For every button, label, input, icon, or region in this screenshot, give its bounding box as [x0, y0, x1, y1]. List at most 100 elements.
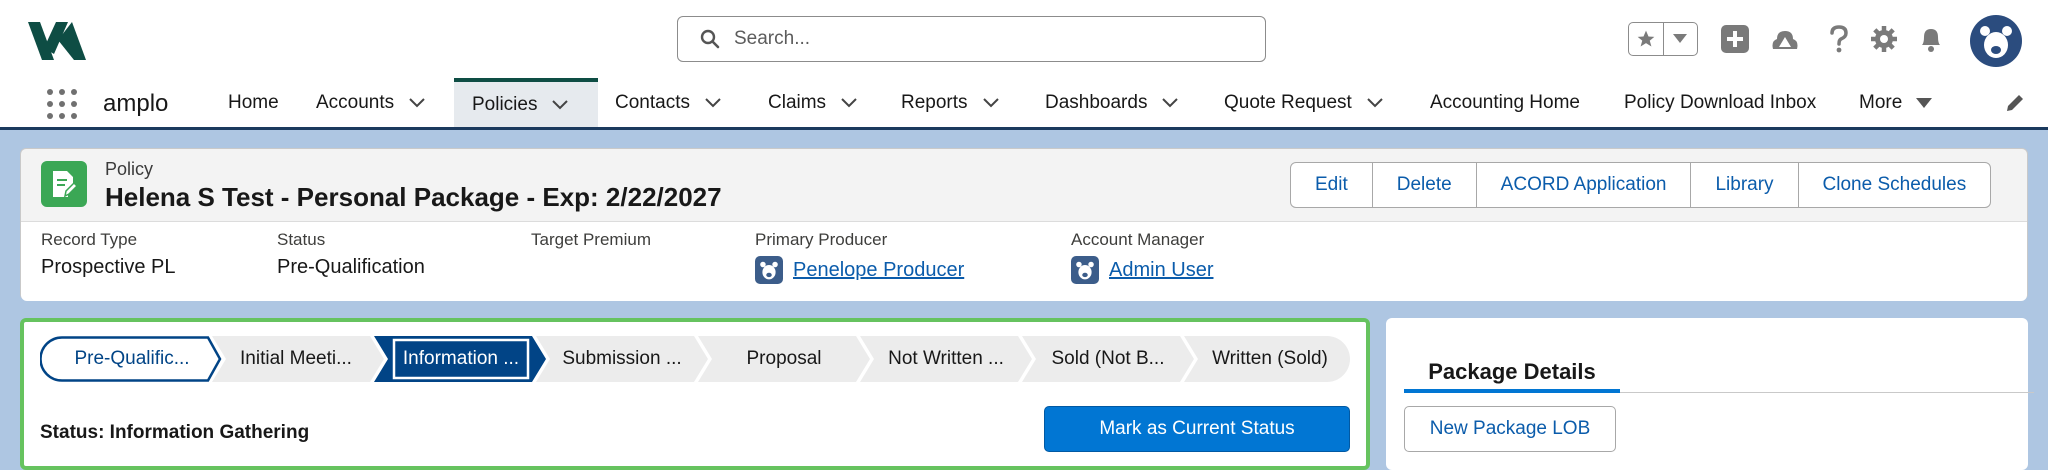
nav-item-dashboards[interactable]: Dashboards: [1045, 78, 1179, 127]
package-details-panel: Package Details New Package LOB: [1386, 318, 2034, 470]
chevron-down-icon: [1673, 34, 1688, 43]
chevron-down-icon[interactable]: [704, 97, 722, 109]
nav-item-reports[interactable]: Reports: [901, 78, 1000, 127]
plus-icon: [1721, 25, 1749, 53]
nav-label: Reports: [901, 91, 968, 113]
field-target-premium: Target Premium: [531, 230, 651, 256]
path-stage-submission[interactable]: Submission ...: [542, 336, 702, 382]
current-status-text: Status: Information Gathering: [40, 422, 310, 443]
primary-producer-link[interactable]: Penelope Producer: [755, 256, 964, 284]
nav-label: Accounts: [316, 91, 395, 113]
policy-record-icon: [41, 161, 87, 207]
global-actions-button[interactable]: [1718, 22, 1752, 56]
favorites-group: [1628, 22, 1698, 56]
field-value: Pre-Qualification: [277, 256, 425, 278]
caret-down-icon[interactable]: [1916, 97, 1933, 109]
field-label: Account Manager: [1071, 230, 1205, 249]
chevron-down-icon[interactable]: [982, 97, 1000, 109]
nav-item-claims[interactable]: Claims: [768, 78, 858, 127]
field-label: Record Type: [41, 230, 138, 249]
path-stage-pre-qualification[interactable]: Pre-Qualific...: [50, 336, 214, 382]
chevron-down-icon[interactable]: [840, 97, 858, 109]
gear-icon: [1871, 26, 1897, 52]
new-package-lob-button[interactable]: New Package LOB: [1404, 406, 1616, 452]
record-title: Helena S Test - Personal Package - Exp: …: [105, 182, 722, 212]
search-icon: [700, 29, 720, 49]
path-stage-initial-meeting[interactable]: Initial Meeti...: [216, 336, 376, 382]
trailhead-button[interactable]: [1768, 22, 1802, 56]
trailhead-icon: [1772, 31, 1798, 49]
nav-item-quote-request[interactable]: Quote Request: [1224, 78, 1384, 127]
field-primary-producer: Primary Producer Penelope Producer: [755, 230, 964, 284]
library-button[interactable]: Library: [1690, 163, 1797, 207]
field-label: Primary Producer: [755, 230, 888, 249]
nav-item-home[interactable]: Home: [228, 78, 279, 127]
path-stage-not-written[interactable]: Not Written ...: [866, 336, 1026, 382]
app-launcher-icon[interactable]: [46, 88, 78, 120]
link-text[interactable]: Admin User: [1109, 259, 1213, 282]
setup-button[interactable]: [1867, 22, 1901, 56]
nav-label: Home: [228, 91, 279, 113]
user-avatar-icon: [1071, 256, 1099, 284]
edit-nav-pencil-icon[interactable]: [2004, 92, 2026, 114]
help-button[interactable]: [1822, 22, 1856, 56]
search-placeholder: Search...: [734, 28, 811, 49]
record-actions: Edit Delete ACORD Application Library Cl…: [1290, 162, 1992, 208]
chevron-down-icon[interactable]: [1161, 97, 1179, 109]
field-label: Status: [277, 230, 326, 249]
nav-label: Accounting Home: [1430, 91, 1580, 113]
app-navigation-bar: amplo Home Accounts Policies Contacts Cl…: [0, 78, 2048, 130]
nav-item-policy-download-inbox[interactable]: Policy Download Inbox: [1624, 78, 1816, 127]
account-manager-link[interactable]: Admin User: [1071, 256, 1213, 284]
avatar-icon: [1980, 26, 2012, 58]
nav-label: Contacts: [615, 91, 690, 113]
status-path-panel: Pre-Qualific... Initial Meeti... Informa…: [20, 318, 1370, 470]
user-avatar-icon: [755, 256, 783, 284]
global-header: Search...: [0, 0, 2048, 78]
acord-application-button[interactable]: ACORD Application: [1475, 163, 1691, 207]
link-text[interactable]: Penelope Producer: [793, 259, 964, 282]
chevron-down-icon[interactable]: [1366, 97, 1384, 109]
edit-button[interactable]: Edit: [1291, 163, 1372, 207]
field-status: Status Pre-Qualification: [277, 230, 425, 279]
user-avatar[interactable]: [1970, 15, 2022, 67]
path-stages: Pre-Qualific... Initial Meeti... Informa…: [40, 336, 1350, 382]
chevron-down-icon[interactable]: [551, 99, 569, 111]
path-stage-sold-not-bound[interactable]: Sold (Not B...: [1028, 336, 1188, 382]
mark-as-current-status-button[interactable]: Mark as Current Status: [1044, 406, 1350, 452]
nav-label: Claims: [768, 91, 827, 113]
path-stage-written-sold[interactable]: Written (Sold): [1190, 336, 1350, 382]
path-stage-information-gathering[interactable]: Information ...: [384, 336, 538, 382]
nav-label: Dashboards: [1045, 91, 1148, 113]
chevron-down-icon[interactable]: [408, 97, 426, 109]
active-tab-indicator: [1404, 389, 1620, 393]
nav-item-policies[interactable]: Policies: [454, 78, 598, 127]
delete-button[interactable]: Delete: [1371, 163, 1476, 207]
nav-label: More: [1859, 91, 1903, 113]
search-input[interactable]: Search...: [677, 16, 1266, 62]
nav-label: Policy Download Inbox: [1624, 91, 1817, 113]
nav-item-accounting-home[interactable]: Accounting Home: [1430, 78, 1580, 127]
bell-icon: [1922, 29, 1940, 52]
nav-item-accounts[interactable]: Accounts: [316, 78, 426, 127]
help-icon: [1830, 25, 1848, 53]
clone-schedules-button[interactable]: Clone Schedules: [1797, 163, 1991, 207]
nav-item-more[interactable]: More: [1859, 78, 1933, 127]
field-account-manager: Account Manager Admin User: [1071, 230, 1213, 284]
document-edit-icon: [53, 171, 78, 198]
favorites-star-button[interactable]: [1629, 23, 1663, 55]
favorites-menu-button[interactable]: [1662, 23, 1698, 55]
record-highlights-panel: Policy Helena S Test - Personal Package …: [20, 148, 2028, 301]
nav-label: Policies: [472, 93, 538, 115]
object-type-label: Policy: [105, 159, 154, 179]
amplo-logo[interactable]: [28, 18, 86, 60]
nav-label: Quote Request: [1224, 91, 1352, 113]
field-record-type: Record Type Prospective PL: [41, 230, 176, 279]
nav-item-contacts[interactable]: Contacts: [615, 78, 722, 127]
path-stage-proposal[interactable]: Proposal: [704, 336, 864, 382]
star-icon: [1637, 30, 1655, 47]
tab-package-details[interactable]: Package Details: [1404, 350, 1620, 394]
highlight-fields: Record Type Prospective PL Status Pre-Qu…: [21, 221, 2027, 301]
notifications-button[interactable]: [1914, 22, 1948, 56]
field-value: Prospective PL: [41, 256, 176, 278]
